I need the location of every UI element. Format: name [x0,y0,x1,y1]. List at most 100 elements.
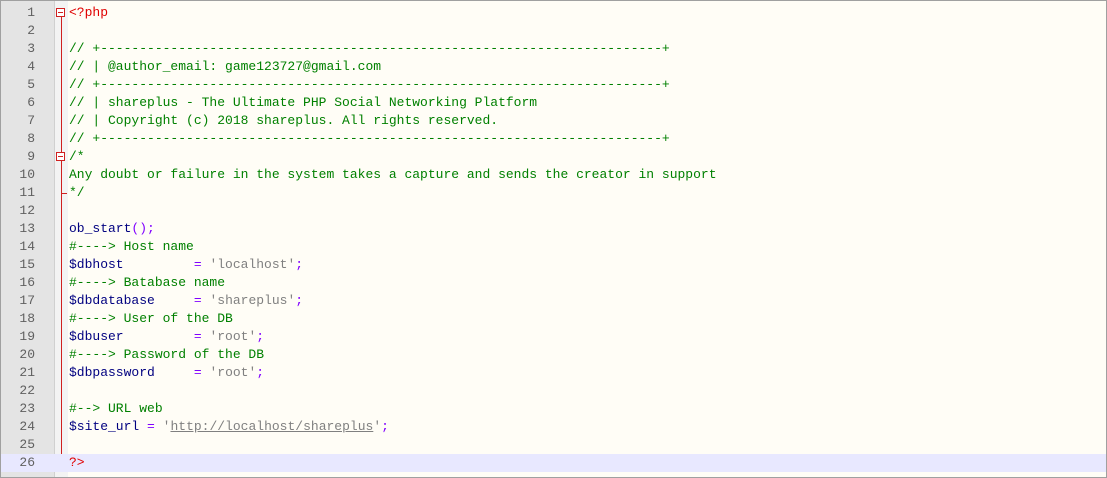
code-line[interactable]: 15 $dbhost = 'localhost'; [1,256,1106,274]
code-token: 'root' [209,365,257,380]
code-text: Any doubt or failure in the system takes… [69,166,717,184]
code-token: // +------------------------------------… [69,41,670,56]
code-token: $dbhost [69,257,124,272]
code-line[interactable]: 19 $dbuser = 'root'; [1,328,1106,346]
code-token: */ [69,185,85,200]
code-line[interactable]: 14 #----> Host name [1,238,1106,256]
line-number: 23 [19,401,35,416]
code-text: $dbdatabase = 'shareplus'; [69,292,303,310]
line-number: 8 [27,131,35,146]
line-number: 12 [19,203,35,218]
code-line[interactable]: 5 // +-----------------------------------… [1,76,1106,94]
code-token: Any doubt or failure in the system takes… [69,167,717,182]
code-text: $dbuser = 'root'; [69,328,264,346]
line-number: 15 [19,257,35,272]
code-token: #----> Password of the DB [69,347,265,362]
code-line[interactable]: 24 $site_url = 'http://localhost/shareplu… [1,418,1106,436]
code-line[interactable]: 20 #----> Password of the DB [1,346,1106,364]
code-editor[interactable]: 1 <?php 2 3 // +----------------------------… [0,0,1107,478]
line-number: 3 [27,41,35,56]
code-token: ; [256,329,265,344]
line-number: 13 [19,221,35,236]
line-number: 22 [19,383,35,398]
code-token: = [193,257,202,272]
code-text: #----> Batabase name [69,274,225,292]
code-token: <?php [69,5,109,20]
code-line[interactable]: 4 // | @author_email: game123727@gmail.co… [1,58,1106,76]
code-lines: 1 <?php 2 3 // +----------------------------… [1,4,1106,472]
code-token: = [193,329,202,344]
code-line[interactable]: 3 // +-----------------------------------… [1,40,1106,58]
line-number: 5 [27,77,35,92]
code-text: #----> Host name [69,238,194,256]
code-token: /* [69,149,85,164]
code-line[interactable]: 25 [1,436,1106,454]
code-token: = [193,293,202,308]
code-text: // +------------------------------------… [69,76,670,94]
code-line[interactable]: 10 Any doubt or failure in the system tak… [1,166,1106,184]
line-number: 20 [19,347,35,362]
line-number: 25 [19,437,35,452]
code-text: // | @author_email: game123727@gmail.com [69,58,381,76]
code-line[interactable]: 16 #----> Batabase name [1,274,1106,292]
code-token: $site_url [69,419,140,434]
code-token: $dbuser [69,329,124,344]
code-line[interactable]: 9 /* [1,148,1106,166]
code-token: // | shareplus - The Ultimate PHP Social… [69,95,538,110]
code-line[interactable]: 22 [1,382,1106,400]
line-number: 21 [19,365,35,380]
code-token: // | @author_email: game123727@gmail.com [69,59,382,74]
code-token: http://localhost/shareplus [170,419,374,434]
code-text: $dbhost = 'localhost'; [69,256,303,274]
code-line[interactable]: 12 [1,202,1106,220]
line-number: 18 [19,311,35,326]
code-token: ; [381,419,389,434]
code-line[interactable]: 11 */ [1,184,1106,202]
line-number: 7 [27,113,35,128]
code-line[interactable]: 7 // | Copyright (c) 2018 shareplus. All … [1,112,1106,130]
code-text: ?> [69,454,85,472]
code-line[interactable]: 6 // | shareplus - The Ultimate PHP Socia… [1,94,1106,112]
line-number: 4 [27,59,35,74]
line-number: 9 [27,149,35,164]
code-token: ob_start [69,221,132,236]
code-line[interactable]: 21 $dbpassword = 'root'; [1,364,1106,382]
code-token: #----> User of the DB [69,311,233,326]
code-text: <?php [69,4,108,22]
code-token: = [147,419,155,434]
code-text: // | Copyright (c) 2018 shareplus. All r… [69,112,498,130]
code-line[interactable]: 26 ?> [1,454,1106,472]
code-text: $site_url = 'http://localhost/shareplus'… [69,418,389,436]
code-line[interactable]: 18 #----> User of the DB [1,310,1106,328]
code-token: #--> URL web [69,401,163,416]
code-line[interactable]: 1 <?php [1,4,1106,22]
code-token: ?> [69,455,85,470]
code-token: #----> Host name [69,239,194,254]
code-text: #----> User of the DB [69,310,233,328]
code-token: ; [256,365,265,380]
code-token: 'root' [209,329,257,344]
code-line[interactable]: 17 $dbdatabase = 'shareplus'; [1,292,1106,310]
code-token: #----> Batabase name [69,275,226,290]
line-number: 26 [19,455,35,470]
code-line[interactable]: 13 ob_start(); [1,220,1106,238]
code-token: (); [131,221,155,236]
code-token: // +------------------------------------… [69,77,670,92]
code-text: /* [69,148,85,166]
code-token: 'shareplus' [209,293,296,308]
code-line[interactable]: 23 #--> URL web [1,400,1106,418]
line-number: 19 [19,329,35,344]
code-line[interactable]: 2 [1,22,1106,40]
line-number: 1 [27,5,35,20]
line-number: 10 [19,167,35,182]
code-text: // | shareplus - The Ultimate PHP Social… [69,94,537,112]
code-text: */ [69,184,85,202]
line-number: 16 [19,275,35,290]
code-line[interactable]: 8 // +-----------------------------------… [1,130,1106,148]
